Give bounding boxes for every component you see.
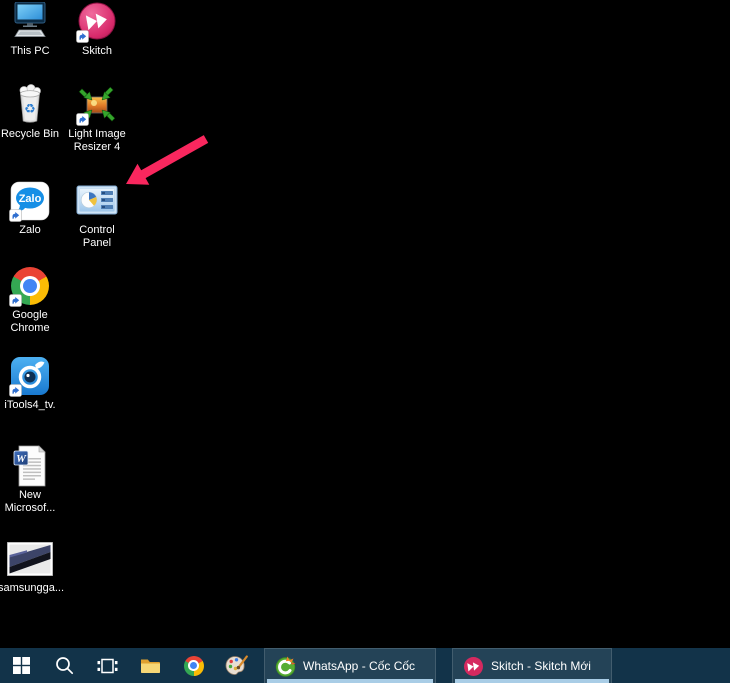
icon-label: Skitch [82, 45, 112, 58]
icon-label: This PC [10, 45, 49, 58]
desktop-icon-google-chrome[interactable]: Google Chrome [0, 265, 64, 335]
taskbar-app-label: Skitch - Skitch Mới [491, 659, 591, 673]
taskbar-app-label: WhatsApp - Cốc Cốc [303, 659, 415, 673]
chrome-taskbar-button[interactable] [172, 648, 215, 683]
taskbar-app-whatsapp-coccoc[interactable]: WhatsApp - Cốc Cốc [264, 648, 436, 683]
photo-thumbnail-icon [7, 542, 53, 576]
desktop-icon-samsung-photo[interactable]: samsungga... [0, 538, 64, 595]
shortcut-arrow-icon [9, 294, 22, 307]
desktop-icon-control-panel[interactable]: Control Panel [63, 180, 131, 250]
search-button[interactable] [43, 648, 86, 683]
desktop-icon-zalo[interactable]: Zalo Zalo [0, 180, 64, 237]
shortcut-arrow-icon [76, 30, 89, 43]
desktop-icon-itools[interactable]: iTools4_tv. [0, 355, 64, 412]
shortcut-arrow-icon [76, 113, 89, 126]
shortcut-arrow-icon [9, 384, 22, 397]
recycle-bin-icon: ♻ [10, 84, 50, 126]
desktop-icon-recycle-bin[interactable]: ♻ Recycle Bin [0, 84, 64, 141]
shortcut-arrow-icon [9, 209, 22, 222]
paint-palette-icon [225, 655, 248, 676]
chrome-icon [184, 656, 204, 676]
desktop-icon-skitch[interactable]: Skitch [63, 1, 131, 58]
icon-label: iTools4_tv. [4, 399, 55, 412]
paint-3d-button[interactable] [215, 648, 258, 683]
skitch-icon [463, 656, 484, 677]
svg-text:Zalo: Zalo [19, 193, 42, 205]
taskbar-app-skitch[interactable]: Skitch - Skitch Mới [452, 648, 612, 683]
this-pc-icon [10, 2, 50, 42]
search-icon [55, 656, 74, 675]
control-panel-icon [76, 185, 118, 217]
task-view-button[interactable] [86, 648, 129, 683]
file-explorer-button[interactable] [129, 648, 172, 683]
start-button[interactable] [0, 648, 43, 683]
windows-desktop: { "desktop": { "background": "#000000", … [0, 0, 730, 683]
svg-text:♻: ♻ [24, 102, 36, 117]
taskbar: WhatsApp - Cốc Cốc Skitch - Skitch Mới [0, 648, 730, 683]
desktop-icon-this-pc[interactable]: This PC [0, 1, 64, 58]
icon-label: Control Panel [65, 224, 129, 250]
icon-label: Google Chrome [0, 309, 62, 335]
icon-label: samsungga... [0, 582, 62, 595]
icon-label: Light Image Resizer 4 [65, 128, 129, 154]
word-document-icon: W [12, 445, 48, 487]
icon-label: New Microsof... [0, 489, 62, 515]
windows-logo-icon [13, 657, 30, 674]
desktop-icon-light-image-resizer[interactable]: Light Image Resizer 4 [63, 84, 131, 154]
icon-label: Recycle Bin [1, 128, 59, 141]
svg-text:W: W [16, 453, 27, 465]
task-view-icon [97, 657, 118, 675]
icon-label: Zalo [19, 224, 40, 237]
folder-icon [140, 657, 161, 674]
desktop-icon-new-word-document[interactable]: W New Microsof... [0, 445, 64, 515]
coccoc-icon [275, 656, 296, 677]
